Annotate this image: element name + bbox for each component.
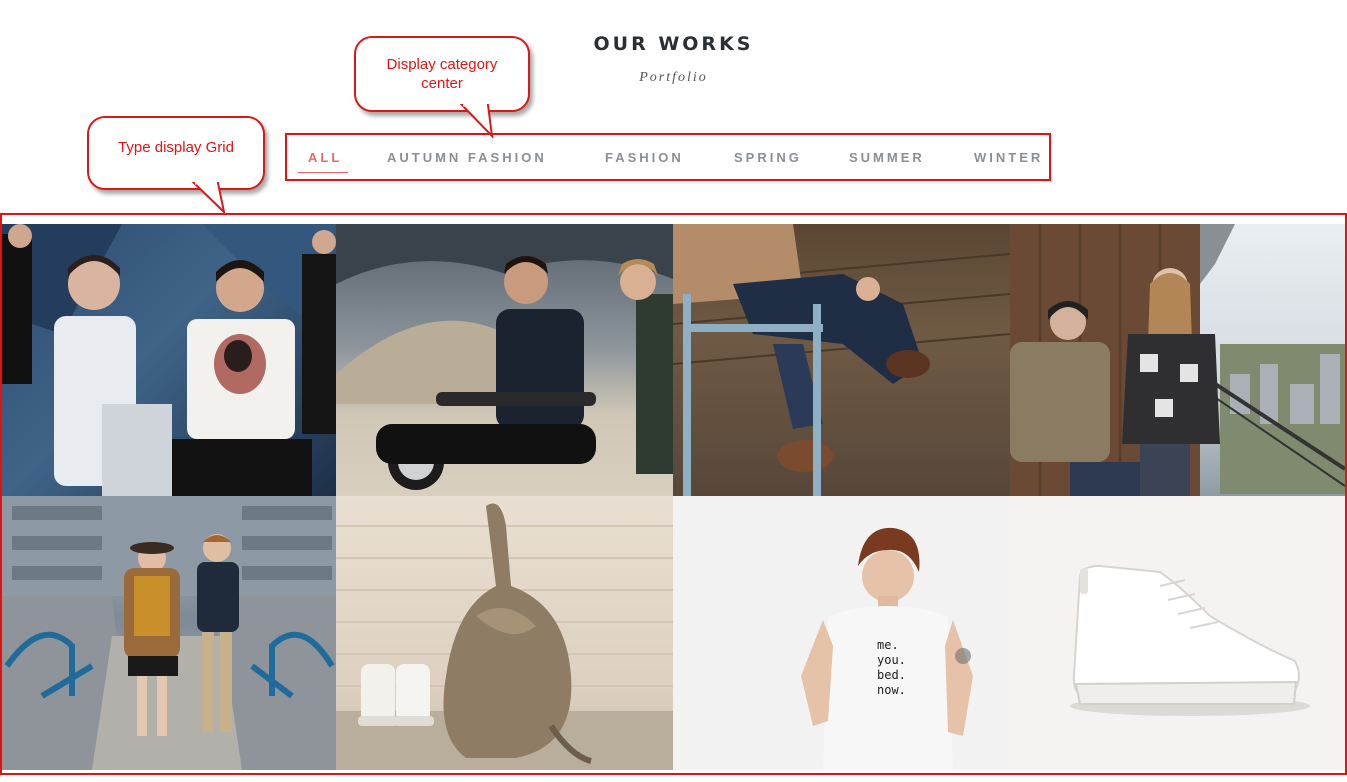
filter-spring[interactable]: SPRING <box>734 150 802 165</box>
grid-annotation-callout: Type display Grid <box>87 116 265 190</box>
active-filter-underline <box>298 172 348 173</box>
filter-autumn-fashion[interactable]: AUTUMN FASHION <box>387 150 547 165</box>
filter-summer[interactable]: SUMMER <box>849 150 925 165</box>
grid-highlight-box <box>0 213 1347 775</box>
filter-winter[interactable]: WINTER <box>974 150 1043 165</box>
category-annotation-callout: Display category center <box>354 36 530 112</box>
filter-all[interactable]: ALL <box>308 150 342 165</box>
page-title: OUR WORKS <box>593 33 754 55</box>
grid-callout-pointer <box>191 182 226 215</box>
category-callout-pointer <box>460 104 494 139</box>
filter-fashion[interactable]: FASHION <box>605 150 684 165</box>
page-subtitle: Portfolio <box>639 70 708 85</box>
